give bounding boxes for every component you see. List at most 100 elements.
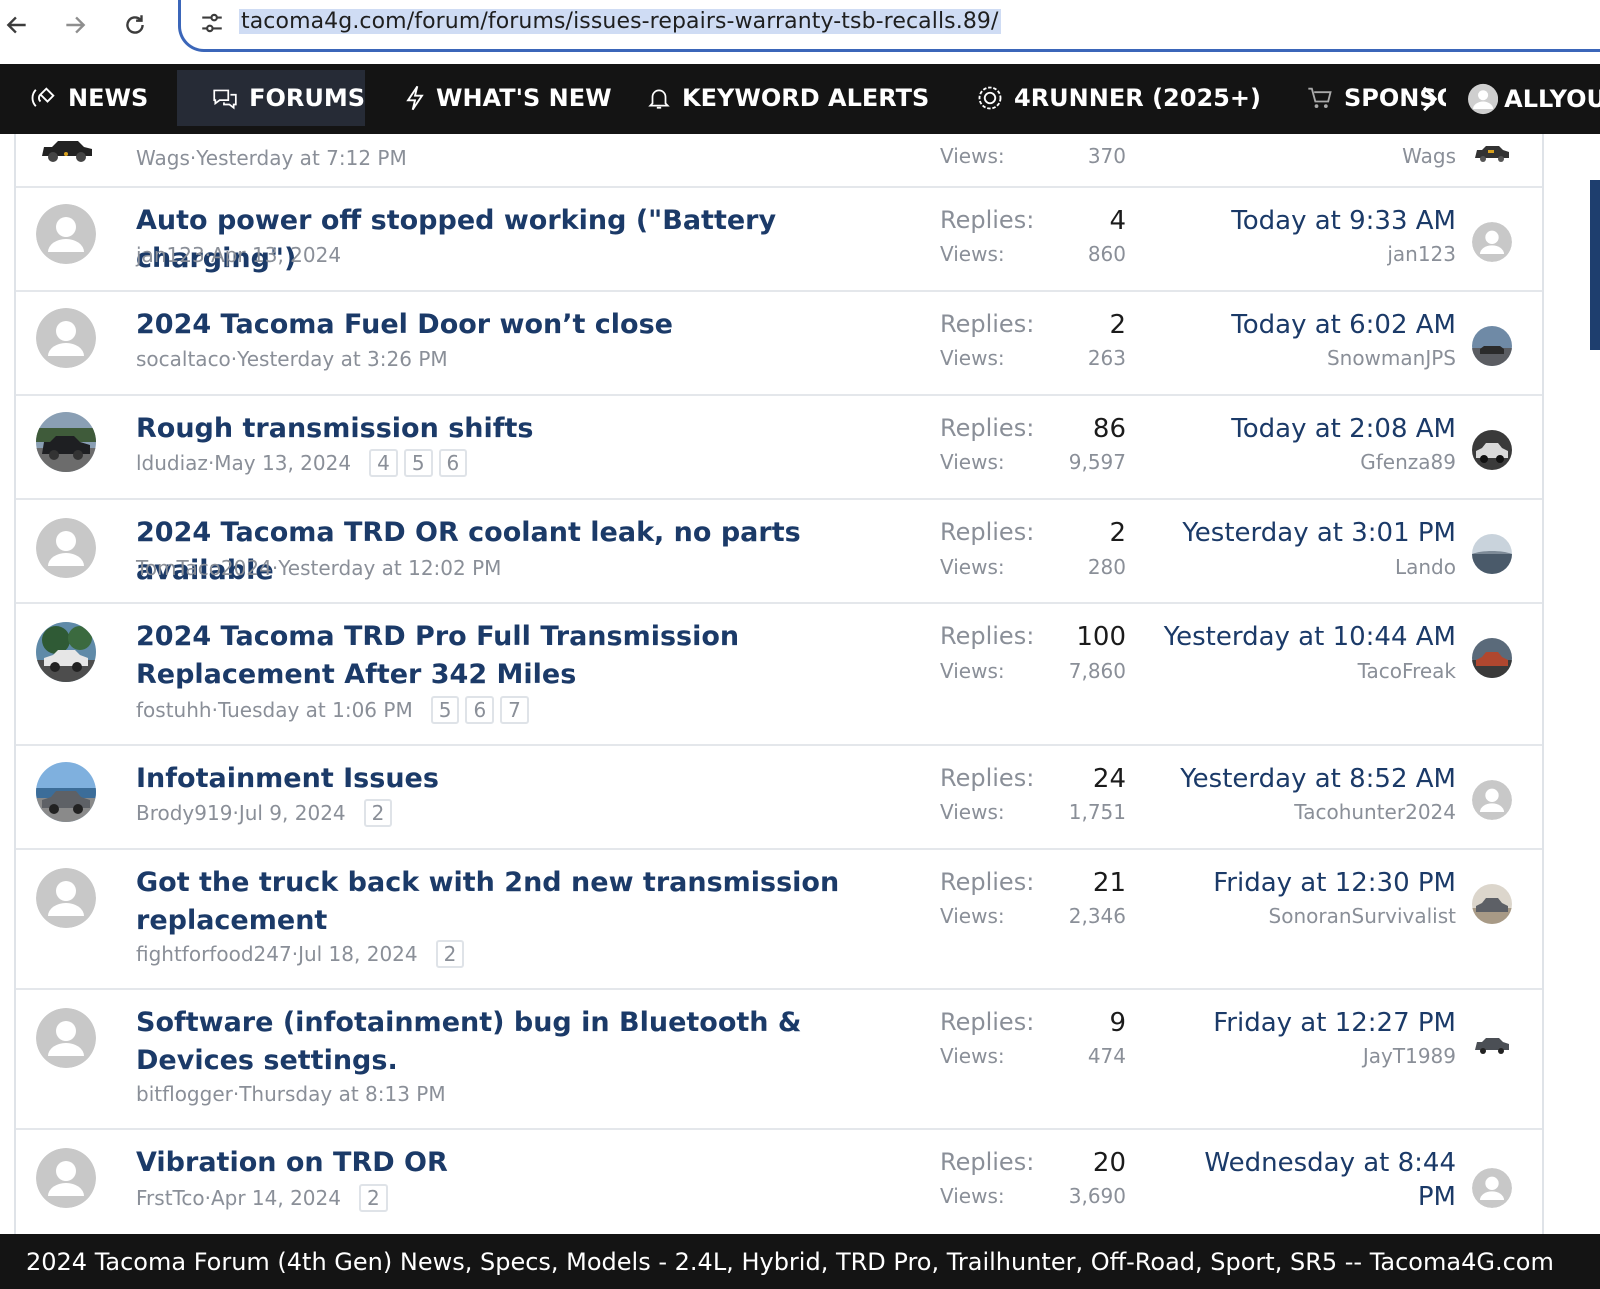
nav-keyword-alerts[interactable]: KEYWORD ALERTS xyxy=(646,70,929,126)
thread-row[interactable]: Software (infotainment) bug in Bluetooth… xyxy=(16,990,1542,1130)
thread-date[interactable]: Jul 18, 2024 xyxy=(298,942,418,966)
thread-title[interactable]: Got the truck back with 2nd new transmis… xyxy=(136,864,896,940)
last-post-date[interactable]: Yesterday at 3:01 PM xyxy=(1146,516,1456,550)
thread-date[interactable]: Apr 13, 2024 xyxy=(211,243,341,267)
thread-author[interactable]: fightforfood247 xyxy=(136,942,292,966)
thread-date[interactable]: Yesterday at 3:26 PM xyxy=(237,347,448,371)
forward-button[interactable] xyxy=(58,8,92,42)
avatar[interactable] xyxy=(36,622,96,682)
page-link[interactable]: 2 xyxy=(358,1184,388,1212)
last-post-date[interactable]: Today at 6:02 AM xyxy=(1146,308,1456,342)
nav-news[interactable]: NEWS xyxy=(30,70,148,126)
last-post-date[interactable]: Yesterday at 10:44 AM xyxy=(1146,620,1456,654)
last-poster[interactable]: jan123 xyxy=(1146,242,1456,266)
user-menu[interactable]: ALLYOU xyxy=(1446,64,1600,134)
thread-row[interactable]: Got the truck back with 2nd new transmis… xyxy=(16,850,1542,990)
thread-date[interactable]: Apr 14, 2024 xyxy=(211,1186,341,1210)
avatar[interactable] xyxy=(38,134,96,164)
thread-title[interactable]: Vibration on TRD OR xyxy=(136,1144,896,1182)
page-link[interactable]: 5 xyxy=(403,449,433,477)
thread-author[interactable]: jan123 xyxy=(136,243,205,267)
last-poster-avatar[interactable] xyxy=(1472,326,1512,366)
page-links: 5 6 7 xyxy=(430,696,535,724)
last-poster-avatar[interactable] xyxy=(1472,780,1512,820)
thread-author[interactable]: FrstTco xyxy=(136,1186,205,1210)
page-link[interactable]: 2 xyxy=(363,799,393,827)
thread-author[interactable]: Brody919 xyxy=(136,801,232,825)
thread-row[interactable]: Rough transmission shifts ldudiaz · May … xyxy=(16,396,1542,500)
url-text[interactable]: tacoma4g.com/forum/forums/issues-repairs… xyxy=(239,9,1001,34)
thread-row[interactable]: Wags · Yesterday at 7:12 PM Views: 370 W… xyxy=(16,134,1542,188)
last-post-date[interactable]: Friday at 12:27 PM xyxy=(1146,1006,1456,1040)
thread-title[interactable]: 2024 Tacoma Fuel Door won’t close xyxy=(136,306,896,344)
thread-title[interactable]: Infotainment Issues xyxy=(136,760,896,798)
thread-date[interactable]: Tuesday at 1:06 PM xyxy=(218,698,413,722)
page-link[interactable]: 6 xyxy=(465,696,495,724)
last-post-date[interactable]: Wednesday at 8:44 PM xyxy=(1196,1146,1456,1214)
thread-author[interactable]: Wags xyxy=(136,146,190,170)
avatar[interactable] xyxy=(36,308,96,368)
chevron-right-icon[interactable] xyxy=(1418,84,1440,114)
thread-title[interactable]: Software (infotainment) bug in Bluetooth… xyxy=(136,1004,896,1080)
last-poster[interactable]: JayT1989 xyxy=(1146,1044,1456,1068)
page-link[interactable]: 5 xyxy=(430,696,460,724)
last-post-date[interactable]: Yesterday at 8:52 AM xyxy=(1146,762,1456,796)
avatar[interactable] xyxy=(36,518,96,578)
thread-date[interactable]: Yesterday at 12:02 PM xyxy=(278,556,501,580)
reload-button[interactable] xyxy=(118,8,152,42)
last-poster-avatar[interactable] xyxy=(1472,534,1512,574)
last-poster[interactable]: Gfenza89 xyxy=(1146,450,1456,474)
thread-author[interactable]: ldudiaz xyxy=(136,451,208,475)
thread-author[interactable]: socaltaco xyxy=(136,347,231,371)
avatar[interactable] xyxy=(36,412,96,472)
last-poster-avatar[interactable] xyxy=(1472,222,1512,262)
thread-author[interactable]: fostuhh xyxy=(136,698,212,722)
nav-forums[interactable]: FORUMS xyxy=(177,70,365,126)
thread-row[interactable]: Infotainment Issues Brody919 · Jul 9, 20… xyxy=(16,746,1542,850)
views-label: Views: xyxy=(940,144,1005,168)
avatar[interactable] xyxy=(36,1008,96,1068)
last-poster-avatar[interactable] xyxy=(1472,1024,1512,1064)
thread-author[interactable]: bitflogger xyxy=(136,1082,233,1106)
thread-date[interactable]: Thursday at 8:13 PM xyxy=(239,1082,445,1106)
thread-author[interactable]: TomTaco2024 xyxy=(136,556,272,580)
replies-count: 2 xyxy=(1109,310,1126,340)
last-poster[interactable]: SnowmanJPS xyxy=(1146,346,1456,370)
page-link[interactable]: 4 xyxy=(369,449,398,477)
page-link[interactable]: 7 xyxy=(500,696,529,724)
last-poster[interactable]: Lando xyxy=(1146,555,1456,579)
nav-4runner[interactable]: 4RUNNER (2025+) xyxy=(976,70,1261,126)
page-link[interactable]: 2 xyxy=(435,940,465,968)
thread-row[interactable]: 2024 Tacoma TRD Pro Full Transmission Re… xyxy=(16,604,1542,746)
thread-row[interactable]: 2024 Tacoma Fuel Door won’t close socalt… xyxy=(16,292,1542,396)
thread-row[interactable]: 2024 Tacoma TRD OR coolant leak, no part… xyxy=(16,500,1542,604)
avatar[interactable] xyxy=(36,204,96,264)
avatar[interactable] xyxy=(36,1148,96,1208)
address-bar[interactable]: tacoma4g.com/forum/forums/issues-repairs… xyxy=(178,0,1600,52)
last-poster[interactable]: SonoranSurvivalist xyxy=(1146,904,1456,928)
last-poster[interactable]: Tacohunter2024 xyxy=(1146,800,1456,824)
avatar[interactable] xyxy=(36,868,96,928)
last-poster-avatar[interactable] xyxy=(1472,884,1512,924)
last-poster-avatar[interactable] xyxy=(1472,638,1512,678)
last-poster[interactable]: TacoFreak xyxy=(1146,659,1456,683)
page-link[interactable]: 6 xyxy=(438,449,468,477)
avatar[interactable] xyxy=(36,762,96,822)
thread-date[interactable]: May 13, 2024 xyxy=(214,451,351,475)
last-poster-avatar[interactable] xyxy=(1472,1168,1512,1208)
last-post-date[interactable]: Today at 2:08 AM xyxy=(1146,412,1456,446)
last-post-date[interactable]: Today at 9:33 AM xyxy=(1146,204,1456,238)
last-poster-avatar[interactable] xyxy=(1472,430,1512,470)
thread-title[interactable]: 2024 Tacoma TRD Pro Full Transmission Re… xyxy=(136,618,896,694)
nav-whats-new[interactable]: WHAT'S NEW xyxy=(404,70,612,126)
thread-date[interactable]: Yesterday at 7:12 PM xyxy=(196,146,407,170)
last-post-date[interactable]: Friday at 12:30 PM xyxy=(1146,866,1456,900)
thread-date[interactable]: Jul 9, 2024 xyxy=(239,801,346,825)
back-button[interactable] xyxy=(0,8,34,42)
last-poster[interactable]: Wags xyxy=(1146,144,1456,168)
thread-title[interactable]: Rough transmission shifts xyxy=(136,410,896,448)
thread-row[interactable]: Auto power off stopped working ("Battery… xyxy=(16,188,1542,292)
thread-row[interactable]: Vibration on TRD OR FrstTco · Apr 14, 20… xyxy=(16,1130,1542,1234)
site-settings-icon[interactable] xyxy=(199,10,225,36)
last-poster-avatar[interactable] xyxy=(1472,134,1512,172)
